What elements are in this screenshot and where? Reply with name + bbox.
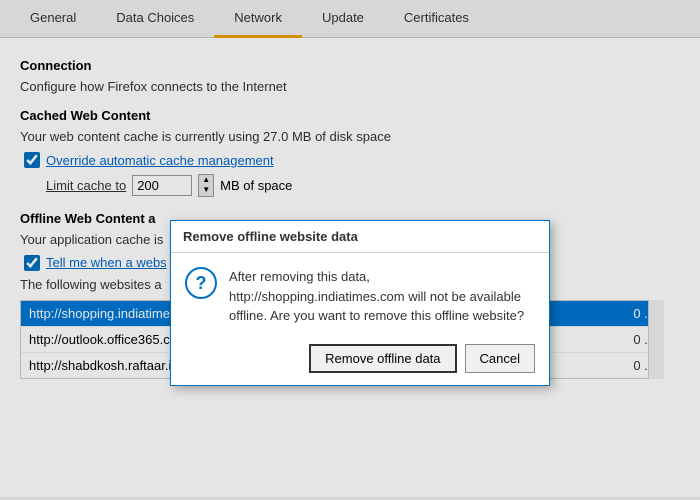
dialog-buttons: Remove offline data Cancel — [171, 336, 549, 385]
remove-offline-data-button[interactable]: Remove offline data — [309, 344, 456, 373]
cancel-button[interactable]: Cancel — [465, 344, 535, 373]
dialog-title: Remove offline website data — [171, 221, 549, 253]
dialog-message: After removing this data, http://shoppin… — [229, 267, 535, 326]
remove-offline-dialog: Remove offline website data ? After remo… — [170, 220, 550, 386]
question-icon: ? — [185, 267, 217, 299]
dialog-body: ? After removing this data, http://shopp… — [171, 253, 549, 336]
